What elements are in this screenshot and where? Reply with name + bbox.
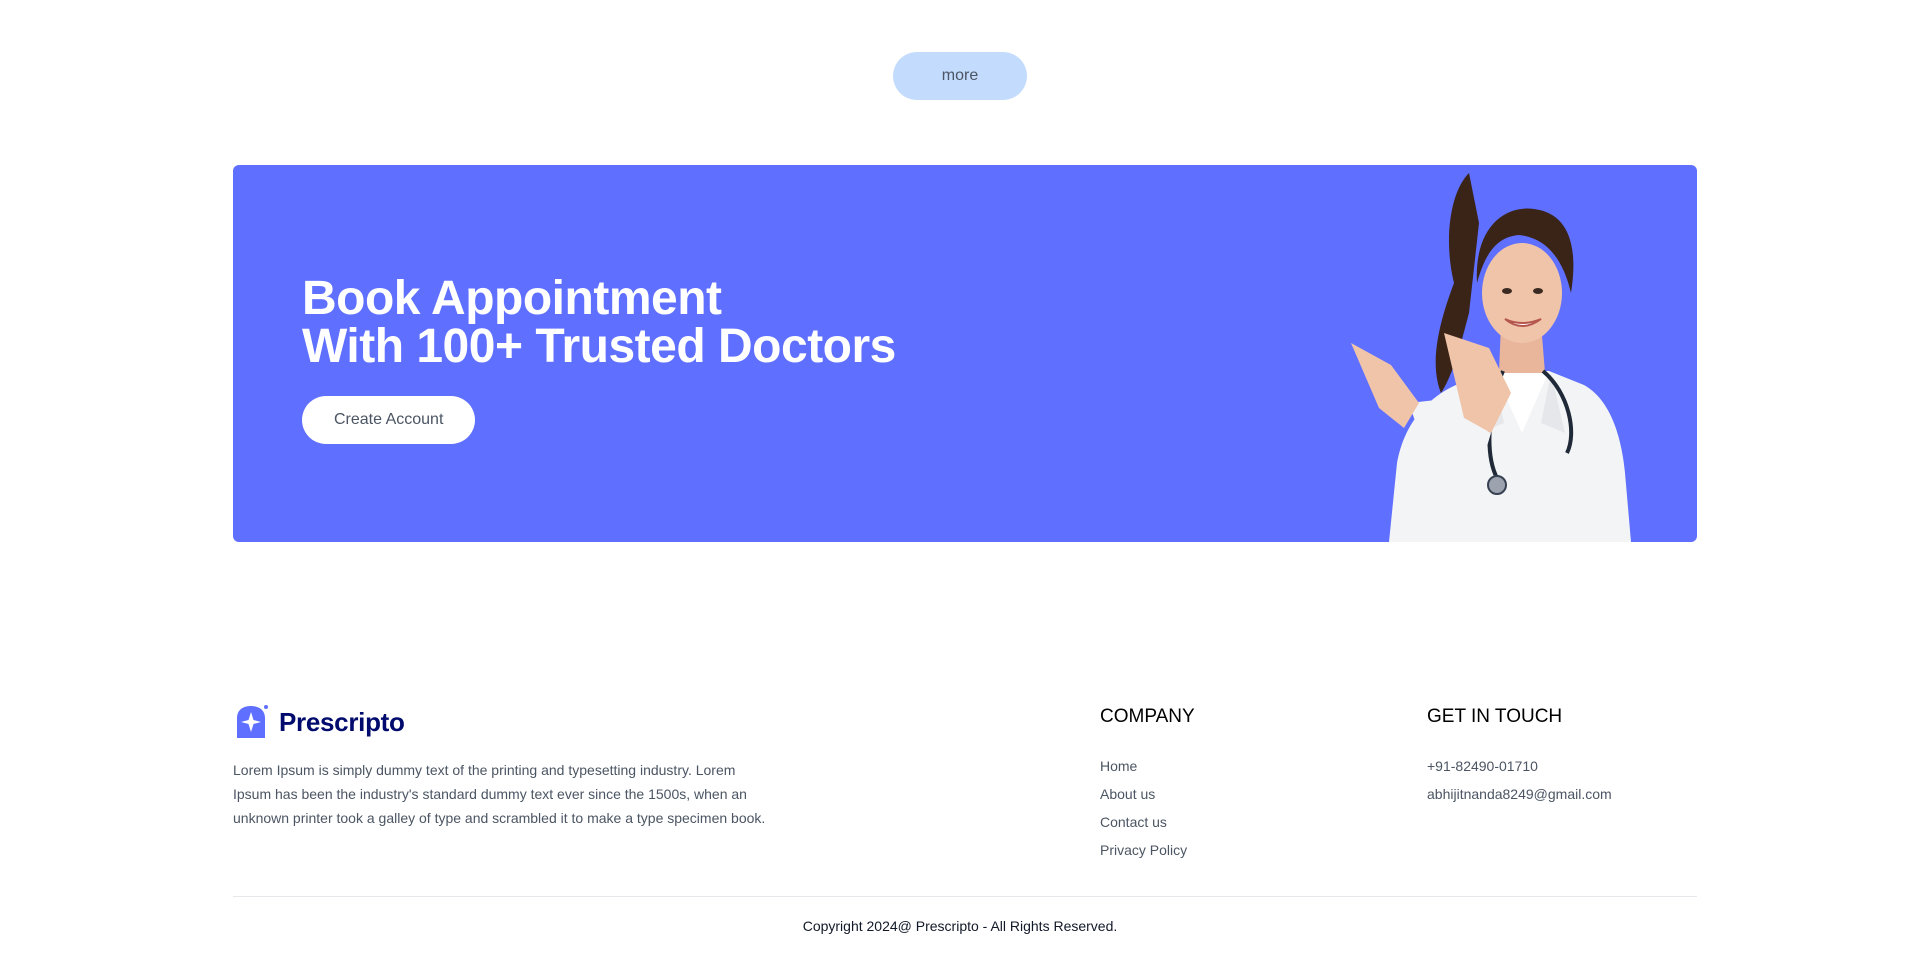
- more-button[interactable]: more: [893, 52, 1027, 100]
- contact-email: abhijitnanda8249@gmail.com: [1427, 786, 1612, 802]
- brand-name: Prescripto: [279, 706, 405, 737]
- company-heading: COMPANY: [1100, 706, 1195, 727]
- copyright-text: Copyright 2024@ Prescripto - All Rights …: [802, 918, 1118, 934]
- footer-link-privacy[interactable]: Privacy Policy: [1100, 836, 1195, 864]
- doctor-image: [1351, 173, 1631, 542]
- prescripto-logo-icon: [237, 705, 268, 738]
- company-links: Home About us Contact us Privacy Policy: [1100, 752, 1195, 864]
- create-account-button[interactable]: Create Account: [302, 396, 476, 444]
- footer-contact-column: GET IN TOUCH +91-82490-01710 abhijitnand…: [1427, 700, 1612, 808]
- contact-list: +91-82490-01710 abhijitnanda8249@gmail.c…: [1427, 752, 1612, 808]
- appointment-banner: Book Appointment With 100+ Trusted Docto…: [233, 165, 1697, 542]
- more-button-wrapper: more: [0, 52, 1920, 100]
- banner-heading-line-1: Book Appointment: [302, 272, 722, 325]
- footer-link-about[interactable]: About us: [1100, 780, 1195, 808]
- footer-link-home[interactable]: Home: [1100, 752, 1195, 780]
- footer-company-column: COMPANY Home About us Contact us Privacy…: [1100, 700, 1195, 864]
- get-in-touch-heading: GET IN TOUCH: [1427, 706, 1563, 727]
- footer-about-text: Lorem Ipsum is simply dummy text of the …: [233, 762, 766, 826]
- banner-heading-line-2: With 100+ Trusted Doctors: [302, 320, 896, 373]
- banner-text-block: Book Appointment With 100+ Trusted Docto…: [302, 275, 896, 444]
- footer-link-contact[interactable]: Contact us: [1100, 808, 1195, 836]
- contact-phone: +91-82490-01710: [1427, 758, 1538, 774]
- footer-brand[interactable]: Prescripto: [233, 704, 405, 740]
- footer-divider: [233, 896, 1697, 897]
